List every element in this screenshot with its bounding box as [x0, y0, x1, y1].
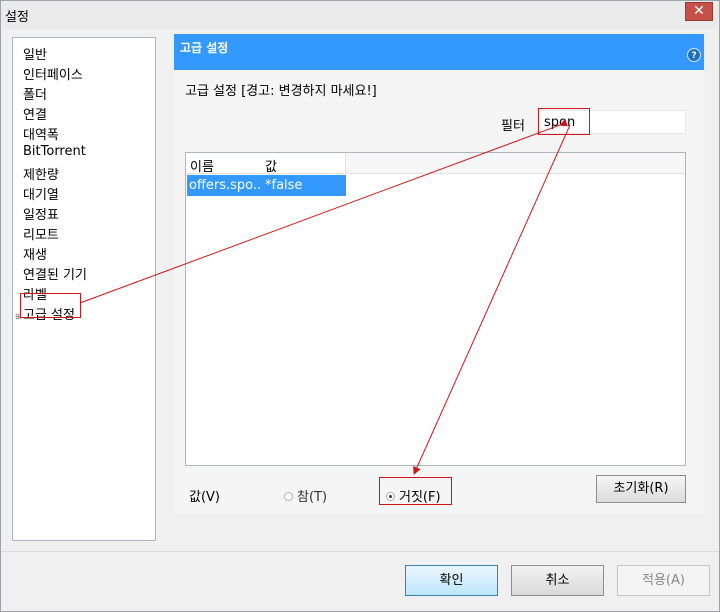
sidebar-item-transfer-cap[interactable]: 제한량 [23, 164, 59, 183]
advanced-panel: 고급 설정 ? 고급 설정 [경고: 변경하지 마세요!] 필터 이름 값 of… [174, 34, 704, 514]
sidebar-item-bittorrent[interactable]: BitTorrent [23, 144, 86, 159]
cancel-button[interactable]: 취소 [511, 565, 604, 596]
radio-true[interactable]: 참(T) [284, 486, 327, 505]
close-icon: ✕ [693, 3, 705, 19]
sidebar-item-queueing[interactable]: 대기열 [23, 184, 59, 203]
sidebar-item-general[interactable]: 일반 [23, 44, 47, 63]
title-bar: 설정 ✕ [1, 1, 719, 29]
sidebar-item-scheduler[interactable]: 일정표 [23, 204, 59, 223]
window-title: 설정 [5, 10, 29, 25]
apply-button[interactable]: 적용(A) [617, 565, 710, 596]
radio-true-circle[interactable] [284, 492, 293, 501]
sidebar-item-interface[interactable]: 인터페이스 [23, 64, 83, 83]
settings-window: 설정 ✕ 일반 인터페이스 폴더 연결 대역폭 BitTorrent 제한량 대… [0, 0, 720, 612]
panel-header: 고급 설정 ? [174, 34, 704, 70]
warning-label: 고급 설정 [경고: 변경하지 마세요!] [185, 84, 377, 99]
sidebar-item-paired-devices[interactable]: 연결된 기기 [23, 264, 87, 283]
row-value-cell: *false [265, 178, 303, 193]
filter-label: 필터 [501, 119, 525, 134]
table-row[interactable]: offers.spo... *false [187, 175, 346, 196]
settings-sidebar: 일반 인터페이스 폴더 연결 대역폭 BitTorrent 제한량 대기열 일정… [12, 37, 156, 541]
sidebar-item-connection[interactable]: 연결 [23, 104, 47, 123]
dialog-footer: 확인 취소 적용(A) [1, 551, 719, 611]
sidebar-item-playback[interactable]: 재생 [23, 244, 47, 263]
filter-input[interactable] [538, 110, 686, 134]
sidebar-item-folders[interactable]: 폴더 [23, 84, 47, 103]
list-header-filler [346, 153, 685, 174]
list-header: 이름 값 [186, 153, 346, 175]
help-icon[interactable]: ? [687, 48, 701, 62]
sidebar-item-bandwidth[interactable]: 대역폭 [23, 124, 59, 143]
sidebar-annotation-box [20, 293, 81, 318]
column-header-value[interactable]: 값 [265, 156, 277, 175]
panel-title: 고급 설정 [180, 41, 229, 55]
content-area: 일반 인터페이스 폴더 연결 대역폭 BitTorrent 제한량 대기열 일정… [1, 29, 719, 551]
radio-annotation-box [379, 477, 452, 505]
reset-button[interactable]: 초기화(R) [596, 475, 686, 503]
ok-button[interactable]: 확인 [405, 565, 498, 596]
row-name-cell: offers.spo... [189, 178, 261, 193]
settings-list[interactable]: 이름 값 offers.spo... *false [185, 152, 686, 466]
radio-true-label: 참(T) [297, 490, 328, 505]
value-label: 값(V) [189, 490, 220, 505]
close-button[interactable]: ✕ [685, 2, 713, 21]
column-header-name[interactable]: 이름 [190, 156, 214, 175]
sidebar-item-remote[interactable]: 리모트 [23, 224, 59, 243]
